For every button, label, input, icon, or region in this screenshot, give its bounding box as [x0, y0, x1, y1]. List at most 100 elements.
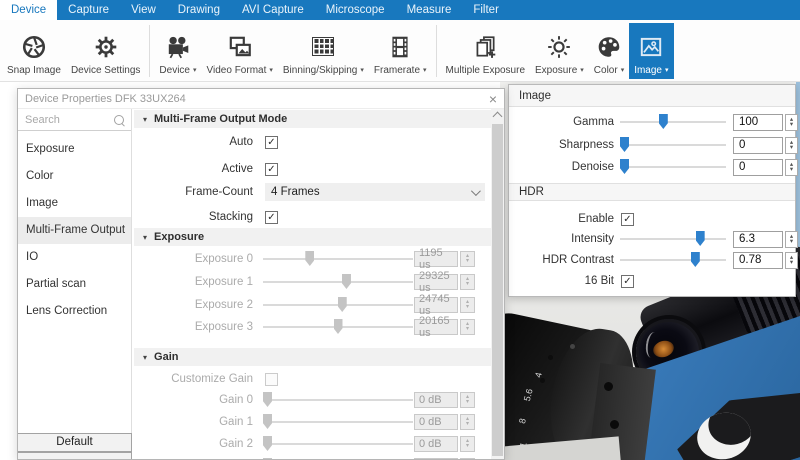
exposure-3-spinner[interactable]: ▴▾: [460, 319, 475, 335]
color-button[interactable]: Color▾: [589, 23, 629, 79]
hdr-contrast-row: HDR Contrast 0.78 ▴▾: [509, 250, 795, 270]
gain-2-slider[interactable]: [263, 434, 413, 454]
menu-item-filter[interactable]: Filter: [462, 0, 510, 20]
section-header-exposure[interactable]: ▾ Exposure: [134, 228, 491, 246]
toolbar-button-label: Color▾: [594, 65, 624, 76]
sharpness-row: Sharpness 0 ▴▾: [509, 135, 795, 155]
default-button[interactable]: Default: [18, 433, 132, 452]
gain-0-value[interactable]: 0 dB: [414, 392, 458, 408]
gain-3-slider[interactable]: [263, 456, 413, 459]
sidebar-item-exposure[interactable]: Exposure: [18, 136, 131, 163]
sidebar-item-color[interactable]: Color: [18, 163, 131, 190]
exposure-1-spinner[interactable]: ▴▾: [460, 274, 475, 290]
section-header-multi-frame[interactable]: ▾ Multi-Frame Output Mode: [134, 110, 491, 128]
section-header-gain[interactable]: ▾ Gain: [134, 348, 491, 366]
gamma-value[interactable]: 100: [733, 114, 783, 131]
exposure-0-slider[interactable]: [263, 249, 413, 269]
section-title: Exposure: [154, 231, 204, 243]
frame-count-dropdown[interactable]: 4 Frames: [265, 183, 485, 201]
hdr-contrast-slider[interactable]: [620, 250, 726, 270]
exposure-1-slider[interactable]: [263, 272, 413, 292]
menu-item-avi-capture[interactable]: AVI Capture: [231, 0, 315, 20]
hdr-contrast-spinner[interactable]: ▴▾: [785, 252, 798, 269]
auto-row: Auto ✓: [132, 132, 491, 152]
sidebar-item-image[interactable]: Image: [18, 190, 131, 217]
intensity-spinner[interactable]: ▴▾: [785, 231, 798, 248]
scrollbar-thumb[interactable]: [492, 124, 503, 456]
video-format-button[interactable]: Video Format▾: [202, 23, 278, 79]
sharpness-value[interactable]: 0: [733, 137, 783, 154]
sidebar-item-partial-scan[interactable]: Partial scan: [18, 271, 131, 298]
search-input[interactable]: [23, 113, 114, 127]
dialog-titlebar[interactable]: Device Properties DFK 33UX264 ×: [18, 89, 504, 109]
sidebar-item-multi-frame-output[interactable]: Multi-Frame Output: [18, 217, 131, 244]
collapse-triangle-icon: ▾: [143, 353, 147, 362]
gamma-spinner[interactable]: ▴▾: [785, 114, 798, 131]
close-icon[interactable]: ×: [489, 92, 497, 106]
exposure-2-spinner[interactable]: ▴▾: [460, 297, 475, 313]
scroll-up-icon[interactable]: [493, 112, 503, 122]
stacking-checkbox[interactable]: ✓: [265, 211, 278, 224]
gain-1-slider[interactable]: [263, 412, 413, 432]
denoise-spinner[interactable]: ▴▾: [785, 159, 798, 176]
search-icon: [114, 115, 124, 125]
menu-item-device[interactable]: Device: [0, 0, 57, 20]
intensity-value[interactable]: 6.3: [733, 231, 783, 248]
exposure-3-row: Exposure 3 20165 us ▴▾: [132, 317, 491, 337]
hdr-intensity-row: Intensity 6.3 ▴▾: [509, 229, 795, 249]
hdr-enable-checkbox[interactable]: ✓: [621, 213, 634, 226]
exposure-button[interactable]: Exposure▾: [530, 23, 589, 79]
frame-count-label: Frame-Count: [132, 186, 260, 198]
gain-0-spinner[interactable]: ▴▾: [460, 392, 475, 408]
exposure-1-value[interactable]: 29325 us: [414, 274, 458, 290]
menu-item-drawing[interactable]: Drawing: [167, 0, 231, 20]
photo-screw: [570, 344, 575, 349]
menu-item-view[interactable]: View: [120, 0, 167, 20]
active-checkbox[interactable]: ✓: [265, 163, 278, 176]
exposure-2-value[interactable]: 24745 us: [414, 297, 458, 313]
bit-16-checkbox[interactable]: ✓: [621, 275, 634, 288]
toolbar-separator: [149, 25, 150, 77]
intensity-slider[interactable]: [620, 229, 726, 249]
gain-2-label: Gain 2: [132, 438, 260, 450]
gain-0-slider[interactable]: [263, 390, 413, 410]
exposure-0-spinner[interactable]: ▴▾: [460, 251, 475, 267]
binning-skipping-button[interactable]: Binning/Skipping▾: [278, 23, 369, 79]
gain-1-value[interactable]: 0 dB: [414, 414, 458, 430]
device-settings-button[interactable]: Device Settings: [66, 23, 145, 79]
gain-2-spinner[interactable]: ▴▾: [460, 436, 475, 452]
search-box[interactable]: [18, 109, 131, 131]
sharpness-spinner[interactable]: ▴▾: [785, 137, 798, 154]
gain-2-value[interactable]: 0 dB: [414, 436, 458, 452]
vertical-scrollbar[interactable]: [491, 109, 504, 459]
sidebar-item-lens-correction[interactable]: Lens Correction: [18, 298, 131, 325]
menu-item-microscope[interactable]: Microscope: [315, 0, 396, 20]
dropdown-arrow-icon: ▾: [621, 66, 625, 74]
auto-checkbox[interactable]: ✓: [265, 136, 278, 149]
dialog-title: Device Properties DFK 33UX264: [25, 93, 186, 105]
sharpness-slider[interactable]: [620, 135, 726, 155]
menu-item-measure[interactable]: Measure: [396, 0, 463, 20]
framerate-button[interactable]: Framerate▾: [369, 23, 432, 79]
device-button[interactable]: Device▾: [154, 23, 201, 79]
gain-1-spinner[interactable]: ▴▾: [460, 414, 475, 430]
exposure-2-slider[interactable]: [263, 295, 413, 315]
gain-3-spinner[interactable]: ▴▾: [460, 458, 475, 459]
exposure-0-value[interactable]: 1195 us: [414, 251, 458, 267]
sidebar-item-io[interactable]: IO: [18, 244, 131, 271]
denoise-value[interactable]: 0: [733, 159, 783, 176]
multiple-exposure-button[interactable]: Multiple Exposure: [441, 23, 530, 79]
snap-image-button[interactable]: Snap Image: [2, 23, 66, 79]
gain-0-label: Gain 0: [132, 394, 260, 406]
gain-3-value[interactable]: 0 dB: [414, 458, 458, 459]
gamma-slider[interactable]: [620, 112, 726, 132]
image-button[interactable]: Image▾: [629, 23, 673, 79]
customize-gain-checkbox[interactable]: ✓: [265, 373, 278, 386]
exposure-3-slider[interactable]: [263, 317, 413, 337]
hdr-contrast-value[interactable]: 0.78: [733, 252, 783, 269]
gamma-label: Gamma: [509, 116, 614, 128]
menu-item-capture[interactable]: Capture: [57, 0, 120, 20]
denoise-slider[interactable]: [620, 157, 726, 177]
toolbar-separator: [436, 25, 437, 77]
exposure-3-value[interactable]: 20165 us: [414, 319, 458, 335]
